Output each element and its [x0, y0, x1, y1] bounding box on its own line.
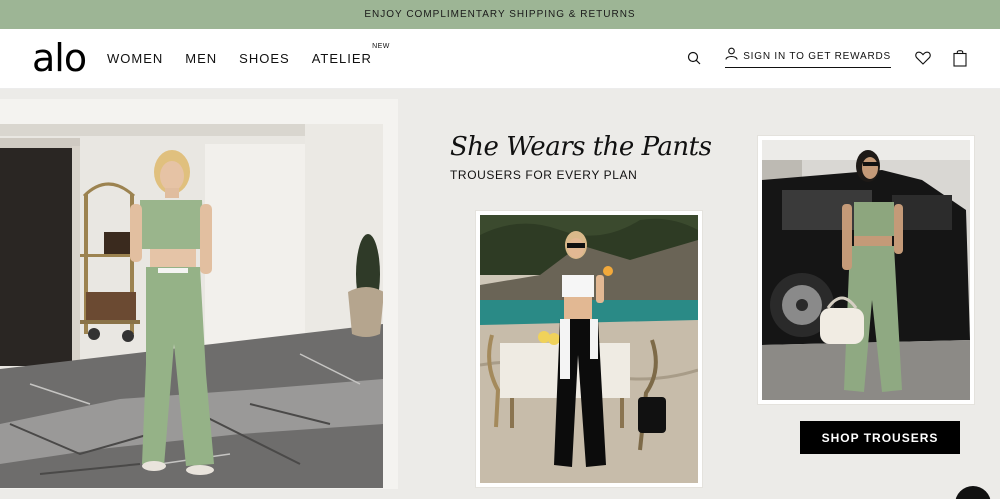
hero-section: She Wears the Pants TROUSERS FOR EVERY P…: [0, 89, 1000, 499]
hero-subhead: TROUSERS FOR EVERY PLAN: [450, 168, 638, 182]
main-nav: WOMEN MEN SHOES ATELIER NEW: [107, 43, 394, 66]
promo-text: ENJOY COMPLIMENTARY SHIPPING & RETURNS: [364, 9, 636, 20]
site-header: alo WOMEN MEN SHOES ATELIER NEW SIGN IN …: [0, 29, 1000, 89]
shop-trousers-button[interactable]: SHOP TROUSERS: [800, 421, 960, 454]
heart-icon[interactable]: [913, 48, 933, 68]
search-icon[interactable]: [684, 48, 704, 68]
photo-card-car[interactable]: [758, 136, 974, 404]
alo-logo[interactable]: alo: [32, 39, 87, 77]
nav-item-men[interactable]: MEN: [185, 51, 217, 66]
nav-item-women[interactable]: WOMEN: [107, 51, 163, 66]
utility-nav: SIGN IN TO GET REWARDS: [684, 47, 970, 68]
new-badge: NEW: [372, 43, 390, 50]
sign-in-label: SIGN IN TO GET REWARDS: [743, 50, 891, 62]
hero-headline: She Wears the Pants: [450, 132, 712, 162]
photo-card-seaside[interactable]: [476, 211, 702, 487]
nav-item-shoes[interactable]: SHOES: [239, 51, 290, 66]
user-icon: [725, 47, 738, 65]
sign-in-link[interactable]: SIGN IN TO GET REWARDS: [725, 47, 891, 68]
hero-photo-lobby[interactable]: [0, 124, 383, 488]
nav-item-atelier[interactable]: ATELIER NEW: [312, 43, 390, 66]
promo-banner: ENJOY COMPLIMENTARY SHIPPING & RETURNS: [0, 0, 1000, 29]
shopping-bag-icon[interactable]: [950, 48, 970, 68]
